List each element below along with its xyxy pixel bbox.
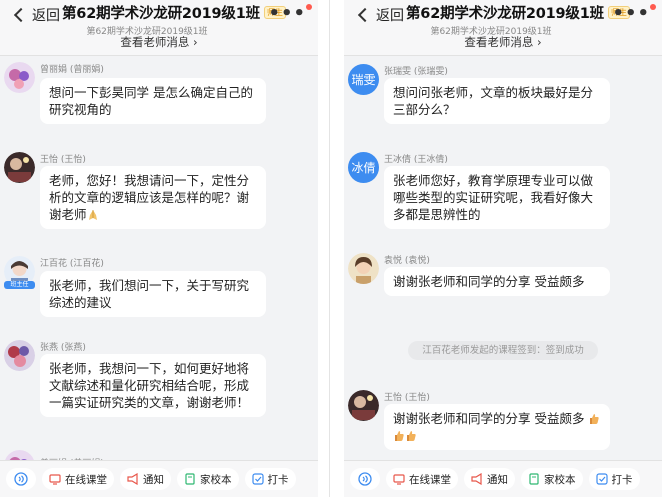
avatar[interactable]: 瑞雯 xyxy=(348,64,379,95)
sender-name: 张瑞雯 (张瑞雯) xyxy=(384,67,448,77)
chat-panel-right: 返回 第62期学术沙龙研2019级1班 师生 第62期学术沙龙研2019级1班 … xyxy=(344,0,662,497)
thumbs-up-icon xyxy=(407,431,416,441)
thumbs-up-icon xyxy=(395,431,404,441)
chevron-left-icon xyxy=(13,7,29,23)
checkin-button[interactable]: 打卡 xyxy=(244,468,296,490)
notice-label: 通知 xyxy=(143,473,164,486)
avatar[interactable] xyxy=(348,390,379,421)
homework-book-icon xyxy=(529,473,539,485)
sender-name: 江百花 (江百花) xyxy=(40,259,104,269)
bottom-toolbar: 在线课堂 通知 家校本 打卡 xyxy=(0,460,318,497)
more-options-icon[interactable]: ••• xyxy=(612,5,650,23)
notice-button[interactable]: 通知 xyxy=(120,468,171,490)
sender-name: 王怡 (王怡) xyxy=(384,393,430,403)
chat-title-block: 第62期学术沙龙研2019级1班 师生 第62期学术沙龙研2019级1班 xyxy=(406,2,630,37)
voice-icon xyxy=(14,472,28,486)
checkin-label: 打卡 xyxy=(267,473,289,486)
homework-label: 家校本 xyxy=(200,473,232,486)
message-bubble[interactable]: 谢谢张老师和同学的分享 受益颇多 xyxy=(384,267,610,296)
avatar[interactable] xyxy=(4,62,35,93)
online-class-icon xyxy=(393,474,405,485)
online-class-label: 在线课堂 xyxy=(65,473,107,486)
view-teacher-messages-link[interactable]: 查看老师消息 › xyxy=(0,34,318,50)
avatar[interactable] xyxy=(348,253,379,284)
unread-dot xyxy=(650,4,656,10)
message-bubble[interactable]: 张老师，我想问一下，如何更好地将文献综述和量化研究相结合呢，形成一篇实证研究类的… xyxy=(40,354,266,417)
message-text: 老师，您好！我想请问一下，定性分析的文章的逻辑应该是怎样的呢？谢谢老师 xyxy=(49,173,250,222)
chat-title: 第62期学术沙龙研2019级1班 xyxy=(62,6,260,22)
folded-hands-icon xyxy=(88,210,97,220)
avatar[interactable]: 冰倩 xyxy=(348,152,379,183)
message-bubble[interactable]: 想问问张老师，文章的板块最好是分三部分么？ xyxy=(384,78,610,124)
sender-name: 张燕 (张燕) xyxy=(40,343,86,353)
sender-name: 曾丽娟 (曾丽娟) xyxy=(40,65,104,75)
chat-panel-left: 返回 第62期学术沙龙研2019级1班 师生 第62期学术沙龙研2019级1班 … xyxy=(0,0,318,497)
panel-divider xyxy=(318,0,344,497)
avatar[interactable] xyxy=(4,152,35,183)
back-label: 返回 xyxy=(376,8,404,24)
thumbs-up-icon xyxy=(590,414,600,424)
online-class-button[interactable]: 在线课堂 xyxy=(386,468,458,490)
teacher-role-tag: 班主任 xyxy=(4,281,35,289)
chevron-left-icon xyxy=(357,7,373,23)
notice-label: 通知 xyxy=(487,473,508,486)
chat-header: 返回 第62期学术沙龙研2019级1班 师生 第62期学术沙龙研2019级1班 … xyxy=(344,0,662,56)
view-teacher-messages-link[interactable]: 查看老师消息 › xyxy=(344,34,662,50)
message-bubble[interactable]: 张老师，我们想问一下，关于写研究综述的建议 xyxy=(40,271,266,317)
notice-button[interactable]: 通知 xyxy=(464,468,515,490)
bottom-toolbar: 在线课堂 通知 家校本 打卡 xyxy=(344,460,662,497)
more-options-icon[interactable]: ••• xyxy=(268,5,306,23)
message-text: 谢谢张老师和同学的分享 受益颇多 xyxy=(393,411,585,426)
voice-button[interactable] xyxy=(350,468,380,490)
chat-header: 返回 第62期学术沙龙研2019级1班 师生 第62期学术沙龙研2019级1班 … xyxy=(0,0,318,56)
system-notice: 江百花老师发起的课程签到：签到成功 xyxy=(408,341,598,360)
homework-button[interactable]: 家校本 xyxy=(521,468,583,490)
homework-book-icon xyxy=(185,473,195,485)
checkin-icon xyxy=(595,473,608,485)
voice-button[interactable] xyxy=(6,468,36,490)
message-bubble[interactable]: 张老师您好，教育学原理专业可以做哪些类型的实证研究呢，我看好像大多都是思辨性的 xyxy=(384,166,610,229)
voice-icon xyxy=(358,472,372,486)
back-label: 返回 xyxy=(32,8,60,24)
back-button[interactable]: 返回 xyxy=(356,6,404,24)
message-bubble[interactable]: 老师，您好！我想请问一下，定性分析的文章的逻辑应该是怎样的呢？谢谢老师 xyxy=(40,166,266,229)
homework-button[interactable]: 家校本 xyxy=(177,468,239,490)
megaphone-icon xyxy=(471,473,482,485)
back-button[interactable]: 返回 xyxy=(12,6,60,24)
message-bubble[interactable]: 谢谢张老师和同学的分享 受益颇多 xyxy=(384,404,610,450)
checkin-icon xyxy=(251,473,264,485)
sender-name: 王怡 (王怡) xyxy=(40,155,86,165)
unread-dot xyxy=(306,4,312,10)
checkin-label: 打卡 xyxy=(611,473,633,486)
online-class-button[interactable]: 在线课堂 xyxy=(42,468,114,490)
megaphone-icon xyxy=(127,473,138,485)
panel-divider-line xyxy=(329,0,330,497)
sender-name: 袁悦 (袁悦) xyxy=(384,256,430,266)
avatar[interactable] xyxy=(4,340,35,371)
homework-label: 家校本 xyxy=(544,473,576,486)
message-bubble[interactable]: 想问一下彭昊同学 是怎么确定自己的研究视角的 xyxy=(40,78,266,124)
checkin-button[interactable]: 打卡 xyxy=(588,468,640,490)
online-class-icon xyxy=(49,474,61,485)
chat-title-block: 第62期学术沙龙研2019级1班 师生 第62期学术沙龙研2019级1班 xyxy=(62,2,286,37)
sender-name: 王冰倩 (王冰倩) xyxy=(384,155,448,165)
online-class-label: 在线课堂 xyxy=(409,473,451,486)
chat-title: 第62期学术沙龙研2019级1班 xyxy=(406,6,604,22)
